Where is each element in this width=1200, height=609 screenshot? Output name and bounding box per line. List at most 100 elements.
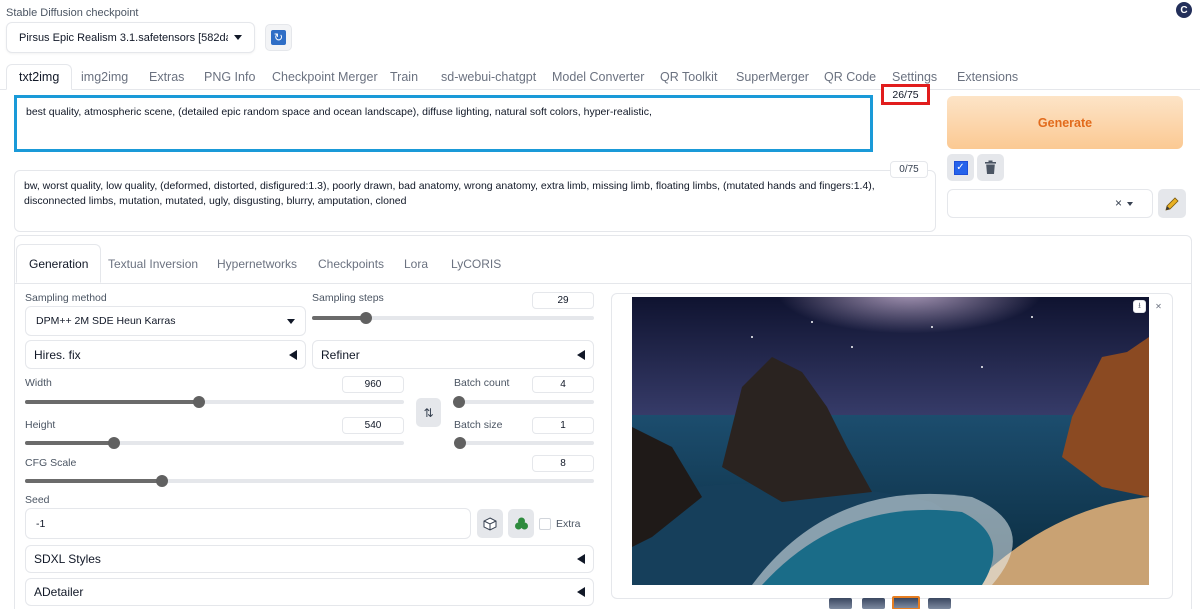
height-input[interactable]: 540 <box>342 417 404 434</box>
sampling-steps-label: Sampling steps <box>312 292 384 304</box>
height-slider[interactable] <box>25 437 404 449</box>
clear-styles-icon[interactable]: × <box>1115 196 1122 210</box>
cfg-scale-label: CFG Scale <box>25 457 77 469</box>
tab-png-info[interactable]: PNG Info <box>204 64 255 90</box>
swap-icon: ⇅ <box>423 405 434 420</box>
clear-prompt-button[interactable] <box>977 154 1004 181</box>
seed-input[interactable]: -1 <box>25 508 471 539</box>
subtab-lycoris[interactable]: LyCORIS <box>451 244 501 283</box>
collapse-triangle-icon <box>577 349 585 360</box>
subtab-checkpoints[interactable]: Checkpoints <box>318 244 384 283</box>
tab-chatgpt[interactable]: sd-webui-chatgpt <box>441 64 536 90</box>
collapse-triangle-icon <box>289 349 297 360</box>
random-seed-button[interactable] <box>477 509 503 538</box>
reuse-seed-button[interactable] <box>508 509 534 538</box>
gallery-thumbnail[interactable] <box>928 598 951 609</box>
swap-dimensions-button[interactable]: ⇅ <box>416 398 441 427</box>
subtabs-divider <box>14 283 1192 284</box>
apply-styles-button[interactable]: ✓ <box>947 154 974 181</box>
slider-fill <box>25 479 162 483</box>
pencil-icon <box>1165 196 1179 211</box>
tab-txt2img[interactable]: txt2img <box>6 64 73 90</box>
close-icon[interactable]: ✕ <box>1152 300 1165 313</box>
slider-fill <box>25 400 200 404</box>
slider-thumb[interactable] <box>108 437 121 449</box>
subtab-textual-inversion[interactable]: Textual Inversion <box>108 244 198 283</box>
sampling-steps-input[interactable]: 29 <box>532 292 594 309</box>
generate-button[interactable]: Generate <box>947 96 1183 149</box>
tab-qr-code[interactable]: QR Code <box>824 64 876 90</box>
slider-fill <box>312 316 366 320</box>
recycle-icon <box>514 517 528 530</box>
subtab-lora[interactable]: Lora <box>404 244 428 283</box>
main-tabs: txt2img img2img Extras PNG Info Checkpoi… <box>0 64 1200 90</box>
trash-icon <box>985 160 996 174</box>
batch-count-label: Batch count <box>454 377 510 389</box>
tab-model-converter[interactable]: Model Converter <box>552 64 644 90</box>
gallery-thumbnail-selected[interactable] <box>892 596 920 609</box>
negative-prompt-input[interactable]: bw, worst quality, low quality, (deforme… <box>14 170 936 232</box>
checkpoint-label: Stable Diffusion checkpoint <box>6 7 139 19</box>
edit-styles-button[interactable] <box>1158 189 1186 218</box>
height-label: Height <box>25 419 56 431</box>
checkpoint-select[interactable]: Pirsus Epic Realism 3.1.safetensors [582… <box>6 22 255 53</box>
slider-fill <box>25 441 115 445</box>
tab-img2img[interactable]: img2img <box>81 64 128 90</box>
sampling-method-label: Sampling method <box>25 292 107 304</box>
subtab-hypernetworks[interactable]: Hypernetworks <box>217 244 297 283</box>
chevron-down-icon <box>234 35 242 40</box>
generated-image-art <box>632 297 1149 585</box>
dice-icon <box>483 516 497 531</box>
slider-thumb[interactable] <box>155 475 168 487</box>
collapse-triangle-icon <box>577 587 585 597</box>
collapse-triangle-icon <box>577 554 585 564</box>
tab-checkpoint-merger[interactable]: Checkpoint Merger <box>272 64 378 90</box>
extension-badge-icon[interactable]: C <box>1176 2 1192 18</box>
sampling-steps-slider[interactable] <box>312 312 594 324</box>
chevron-down-icon <box>1127 202 1133 206</box>
hires-fix-accordion[interactable]: Hires. fix <box>25 340 306 369</box>
subtab-generation[interactable]: Generation <box>16 244 102 283</box>
extra-seed-checkbox[interactable] <box>539 518 551 530</box>
tab-extras[interactable]: Extras <box>149 64 184 90</box>
slider-thumb[interactable] <box>454 437 466 449</box>
width-slider[interactable] <box>25 396 404 408</box>
sdxl-styles-accordion[interactable]: SDXL Styles <box>25 545 594 573</box>
batch-count-input[interactable]: 4 <box>532 376 594 393</box>
batch-size-input[interactable]: 1 <box>532 417 594 434</box>
sampling-method-value: DPM++ 2M SDE Heun Karras <box>36 315 176 327</box>
prompt-input[interactable]: best quality, atmospheric scene, (detail… <box>14 95 873 152</box>
slider-thumb[interactable] <box>359 312 372 324</box>
seed-label: Seed <box>25 494 50 506</box>
gallery-thumbnail[interactable] <box>829 598 852 609</box>
cfg-scale-slider[interactable] <box>25 475 594 487</box>
adetailer-label: ADetailer <box>34 585 84 599</box>
width-input[interactable]: 960 <box>342 376 404 393</box>
generated-image[interactable] <box>632 297 1149 585</box>
styles-select[interactable]: × <box>947 189 1153 218</box>
negative-token-counter: 0/75 <box>890 161 928 178</box>
tab-train[interactable]: Train <box>390 64 418 90</box>
sampling-method-select[interactable]: DPM++ 2M SDE Heun Karras <box>25 306 306 336</box>
hires-fix-label: Hires. fix <box>34 347 81 362</box>
download-icon[interactable]: ⭳ <box>1133 300 1146 313</box>
width-label: Width <box>25 377 52 389</box>
chevron-down-icon <box>287 318 295 324</box>
refiner-accordion[interactable]: Refiner <box>312 340 594 369</box>
prompt-token-counter: 26/75 <box>881 84 930 105</box>
batch-count-slider[interactable] <box>453 396 594 408</box>
adetailer-accordion[interactable]: ADetailer <box>25 578 594 606</box>
seed-value: -1 <box>36 517 46 530</box>
sdxl-styles-label: SDXL Styles <box>34 552 101 566</box>
refresh-icon: ↻ <box>271 30 286 45</box>
refresh-checkpoint-button[interactable]: ↻ <box>265 24 292 51</box>
cfg-scale-input[interactable]: 8 <box>532 455 594 472</box>
checkbox-icon: ✓ <box>953 160 968 175</box>
tab-qr-toolkit[interactable]: QR Toolkit <box>660 64 717 90</box>
tab-supermerger[interactable]: SuperMerger <box>736 64 809 90</box>
tab-extensions[interactable]: Extensions <box>957 64 1018 90</box>
batch-size-label: Batch size <box>454 419 503 431</box>
refiner-label: Refiner <box>321 347 360 362</box>
gallery-thumbnail[interactable] <box>862 598 885 609</box>
batch-size-slider[interactable] <box>454 437 594 449</box>
